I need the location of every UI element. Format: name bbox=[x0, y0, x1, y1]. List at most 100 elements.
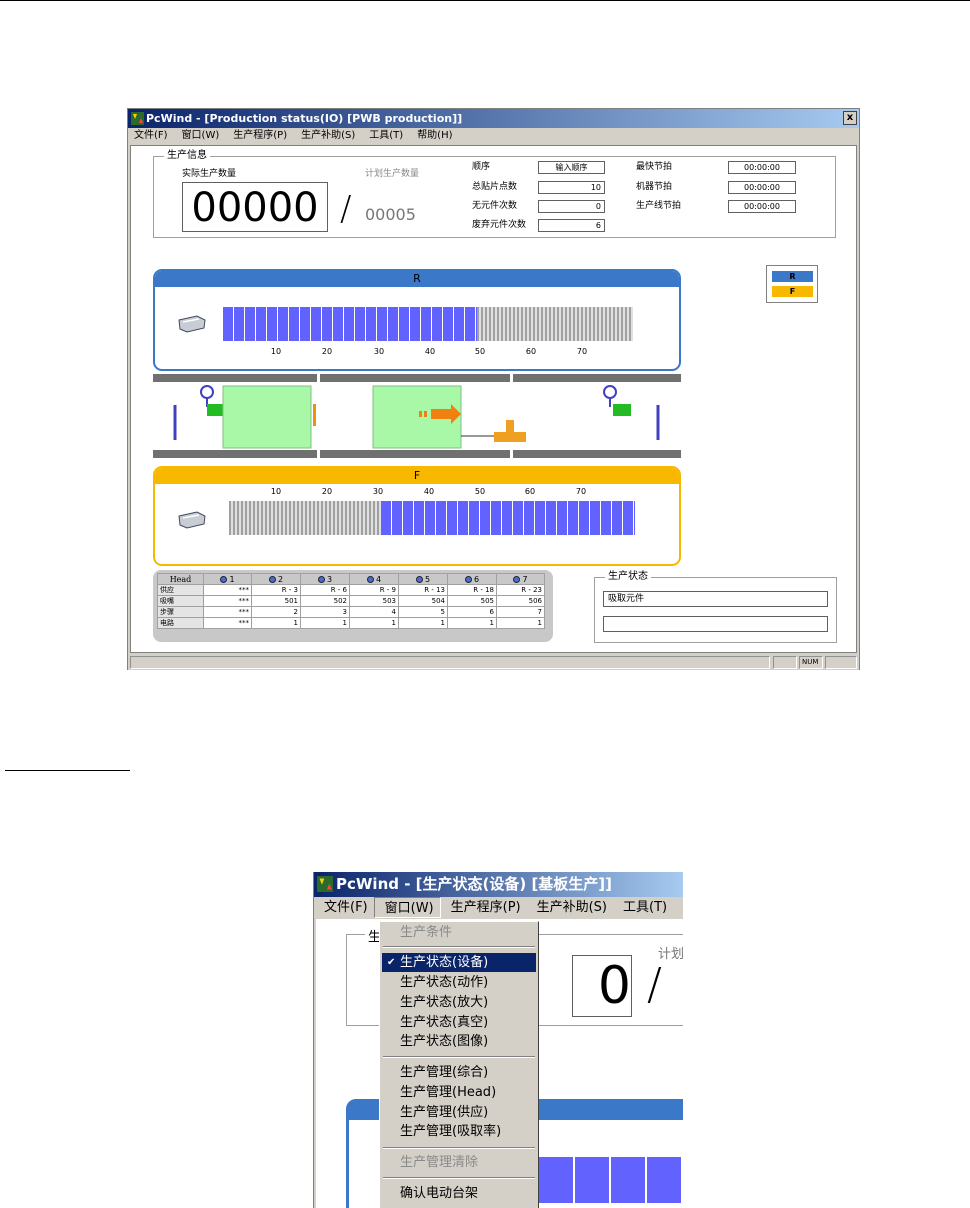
stage-f-panel: F 10 20 30 40 50 60 70 bbox=[153, 466, 681, 566]
line-tact-label: 生产线节拍 bbox=[636, 201, 682, 211]
section-rule bbox=[5, 770, 130, 771]
head-4-number: 4 bbox=[375, 574, 382, 584]
actual-count-peek: 0 bbox=[572, 955, 632, 1017]
legend-f: F bbox=[772, 286, 813, 297]
status-line-1: 吸取元件 bbox=[603, 591, 828, 607]
table-cell: 501 bbox=[251, 595, 301, 607]
menu-separator bbox=[383, 1147, 535, 1149]
menu-file[interactable]: 文件(F) bbox=[314, 897, 374, 918]
f-tick-30: 30 bbox=[372, 487, 384, 496]
menu-separator bbox=[383, 1056, 535, 1058]
machine-tact-field: 00:00:00 bbox=[728, 181, 796, 194]
order-label: 顺序 bbox=[472, 162, 491, 172]
head-2-icon bbox=[268, 575, 276, 583]
menu-window[interactable]: 窗口(W) bbox=[176, 128, 228, 144]
stage-r-progress bbox=[223, 307, 633, 341]
table-cell: 1 bbox=[300, 617, 350, 629]
fastest-tact-label: 最快节拍 bbox=[636, 162, 673, 172]
menu-tools[interactable]: 工具(T) bbox=[363, 128, 411, 144]
f-tick-50: 50 bbox=[474, 487, 486, 496]
table-cell: 1 bbox=[251, 617, 301, 629]
r-tick-10: 10 bbox=[270, 347, 282, 356]
table-cell: 1 bbox=[496, 617, 545, 629]
total-points-label: 总贴片点数 bbox=[472, 182, 518, 192]
head-7-number: 7 bbox=[522, 574, 528, 584]
menu-file[interactable]: 文件(F) bbox=[128, 128, 176, 144]
table-cell: 505 bbox=[447, 595, 497, 607]
menu-item-mgmt-feeder[interactable]: 生产管理(供应) bbox=[382, 1103, 536, 1122]
status-line-2 bbox=[603, 616, 828, 632]
menu-item-mgmt-head[interactable]: 生产管理(Head) bbox=[382, 1083, 536, 1102]
head-2-number: 2 bbox=[277, 574, 284, 584]
f-tick-60: 60 bbox=[524, 487, 536, 496]
menu-item-production-conditions[interactable]: 生产条件 bbox=[382, 923, 536, 942]
menu-item-mgmt-pickup-rate[interactable]: 生产管理(吸取率) bbox=[382, 1122, 536, 1141]
production-info-group: 生产信息 实际生产数量 00000 / 计划生产数量 00005 顺序 输入顺序… bbox=[153, 150, 836, 238]
menu-production-assist[interactable]: 生产补助(S) bbox=[295, 128, 363, 144]
stage-f-remaining bbox=[229, 501, 381, 535]
status-pane-scroll bbox=[825, 656, 857, 669]
status-pane-caps bbox=[773, 656, 797, 669]
table-cell: *** bbox=[203, 617, 252, 629]
table-cell: R - 3 bbox=[251, 584, 301, 596]
machine-tact-label: 机器节拍 bbox=[636, 182, 673, 192]
title-bar[interactable]: PcWind - [生产状态(设备) [基板生产]] bbox=[314, 872, 683, 897]
f-tick-40: 40 bbox=[423, 487, 435, 496]
menu-help[interactable]: 帮助(H) bbox=[411, 128, 460, 144]
no-part-label: 无元件次数 bbox=[472, 201, 518, 211]
row-label-step: 步骤 bbox=[157, 606, 204, 618]
menu-item-status-action[interactable]: 生产状态(动作) bbox=[382, 973, 536, 992]
production-status-window: PcWind - [Production status(IO) [PWB pro… bbox=[127, 108, 860, 670]
table-cell: R - 23 bbox=[496, 584, 545, 596]
stage-r-header: R bbox=[155, 271, 679, 287]
legend-r: R bbox=[772, 271, 813, 282]
table-cell: 1 bbox=[349, 617, 399, 629]
r-tick-40: 40 bbox=[424, 347, 436, 356]
table-cell: 503 bbox=[349, 595, 399, 607]
head-table: Head 1 2 3 4 5 6 7 供应 *** R - 3 R - 6 R … bbox=[153, 570, 553, 642]
menu-production-program[interactable]: 生产程序(P) bbox=[441, 897, 527, 918]
table-cell: *** bbox=[203, 606, 252, 618]
r-tick-20: 20 bbox=[321, 347, 333, 356]
stage-r-remaining bbox=[477, 307, 633, 341]
head-3-icon bbox=[317, 575, 325, 583]
menu-production-program[interactable]: 生产程序(P) bbox=[227, 128, 295, 144]
line-tact-field: 00:00:00 bbox=[728, 200, 796, 213]
menu-item-status-image[interactable]: 生产状态(图像) bbox=[382, 1032, 536, 1051]
table-cell: R - 9 bbox=[349, 584, 399, 596]
discard-field: 6 bbox=[538, 219, 605, 232]
discard-label: 废弃元件次数 bbox=[472, 220, 527, 230]
menu-item-mgmt-clear[interactable]: 生产管理清除 bbox=[382, 1153, 536, 1172]
table-cell: *** bbox=[203, 595, 252, 607]
menu-item-status-zoom[interactable]: 生产状态(放大) bbox=[382, 993, 536, 1012]
title-bar[interactable]: PcWind - [Production status(IO) [PWB pro… bbox=[128, 109, 859, 128]
table-cell: 506 bbox=[496, 595, 545, 607]
stage-r-progress bbox=[539, 1157, 683, 1203]
production-status-label: 生产状态 bbox=[605, 571, 651, 583]
close-button[interactable]: x bbox=[843, 111, 857, 125]
top-rule bbox=[0, 0, 970, 1]
window-title: PcWind - [生产状态(设备) [基板生产]] bbox=[336, 875, 613, 893]
menu-tools[interactable]: 工具(T) bbox=[613, 897, 673, 918]
table-cell: 504 bbox=[398, 595, 448, 607]
stage-f-progress bbox=[229, 501, 635, 535]
menu-item-confirm-stage[interactable]: 确认电动台架 bbox=[382, 1184, 536, 1203]
menu-item-status-vacuum[interactable]: 生产状态(真空) bbox=[382, 1013, 536, 1032]
menu-window[interactable]: 窗口(W) bbox=[373, 897, 441, 918]
production-status-group: 生产状态 吸取元件 bbox=[594, 571, 837, 643]
f-tick-10: 10 bbox=[270, 487, 282, 496]
menu-item-status-equipment[interactable]: ✔ 生产状态(设备) bbox=[382, 953, 536, 972]
row-label-feeder: 供应 bbox=[157, 584, 204, 596]
table-cell: 7 bbox=[496, 606, 545, 618]
production-info-label: 生产信息 bbox=[164, 150, 210, 162]
client-area: 生产信息 实际生产数量 00000 / 计划生产数量 00005 顺序 输入顺序… bbox=[130, 145, 857, 653]
menu-item-mgmt-overall[interactable]: 生产管理(综合) bbox=[382, 1063, 536, 1082]
planned-count-value: 00005 bbox=[365, 205, 416, 224]
table-cell: R - 18 bbox=[447, 584, 497, 596]
order-input-button[interactable]: 输入顺序 bbox=[538, 161, 605, 174]
table-row: 吸嘴 *** 501 502 503 504 505 506 bbox=[157, 595, 545, 607]
menu-production-assist[interactable]: 生产补助(S) bbox=[527, 897, 613, 918]
window-title: PcWind - [Production status(IO) [PWB pro… bbox=[146, 112, 463, 125]
stage-f-header: F bbox=[155, 468, 679, 484]
table-row: 步骤 *** 2 3 4 5 6 7 bbox=[157, 606, 545, 618]
